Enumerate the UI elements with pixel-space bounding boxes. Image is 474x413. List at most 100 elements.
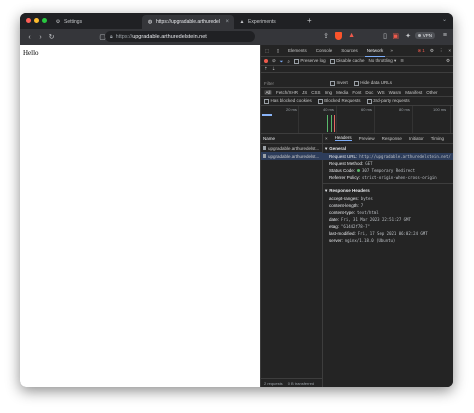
header-row: Referrer Policy: strict-origin-when-cros…: [322, 174, 453, 181]
inspect-icon[interactable]: ⬚: [264, 48, 270, 54]
header-value: "61442f78-7": [341, 224, 370, 229]
more-options-icon[interactable]: ⋮: [439, 48, 444, 54]
type-js[interactable]: JS: [302, 90, 307, 95]
reload-icon[interactable]: ↻: [46, 33, 57, 41]
header-key: content-type:: [329, 210, 356, 215]
tab-sources[interactable]: Sources: [339, 45, 360, 57]
type-wasm[interactable]: Wasm: [389, 90, 402, 95]
timeline-gridline: [450, 106, 451, 133]
devtools-tabs: ⬚ ▯ Elements Console Sources Network » ⊗…: [261, 45, 453, 57]
tab-headers[interactable]: Headers: [334, 135, 352, 141]
type-media[interactable]: Media: [336, 90, 348, 95]
disable-cache-checkbox[interactable]: Disable cache: [329, 58, 364, 64]
brave-shield-icon: [335, 32, 342, 40]
tab-console[interactable]: Console: [314, 45, 335, 57]
back-icon[interactable]: ‹: [24, 34, 35, 41]
wifi-icon[interactable]: ≋: [400, 58, 404, 64]
forward-icon[interactable]: ›: [35, 34, 46, 41]
header-row: date: Fri, 31 Mar 2023 22:51:27 GMT: [322, 216, 453, 223]
request-row[interactable]: upgradable.arthuredelst...: [261, 152, 322, 160]
export-har-icon[interactable]: ⇣: [272, 66, 276, 72]
general-section-header[interactable]: ▾ General: [322, 144, 453, 153]
detail-tabs: × Headers Preview Response Initiator Tim…: [322, 133, 453, 144]
tab-title: Settings: [64, 19, 83, 25]
vpn-button[interactable]: VPN: [414, 32, 435, 39]
tab-preview[interactable]: Preview: [359, 136, 375, 141]
type-manifest[interactable]: Manifest: [405, 90, 422, 95]
third-party-label: 3rd-party requests: [373, 98, 410, 104]
invert-checkbox[interactable]: Invert: [330, 80, 348, 86]
tab-settings[interactable]: ⚙ Settings: [50, 15, 142, 29]
name-column-header[interactable]: Name: [261, 133, 322, 144]
type-fetch-xhr[interactable]: Fetch/XHR: [276, 90, 298, 95]
search-icon[interactable]: ⌕: [287, 59, 290, 64]
header-key: date:: [329, 217, 340, 222]
import-har-icon[interactable]: ⇡: [264, 66, 268, 72]
header-value: 307 Temporary Redirect: [362, 168, 415, 173]
overview-timeline[interactable]: 20 ms 40 ms 60 ms 80 ms 100 ms: [261, 106, 453, 134]
timeline-gridline: [412, 106, 413, 133]
hide-data-urls-checkbox[interactable]: Hide data URLs: [353, 80, 392, 86]
request-row[interactable]: upgradable.arthuredelst...: [261, 144, 322, 152]
third-party-checkbox[interactable]: 3rd-party requests: [366, 98, 410, 104]
header-key: accept-ranges:: [329, 196, 359, 201]
device-toolbar-icon[interactable]: ▯: [275, 48, 281, 54]
zoom-window-button[interactable]: [42, 18, 47, 23]
header-row: server: nginx/1.18.0 (Ubuntu): [322, 237, 453, 244]
clear-icon[interactable]: ⊘: [272, 58, 276, 64]
minimize-window-button[interactable]: [34, 18, 39, 23]
load-marker: [334, 115, 335, 132]
tab-initiator[interactable]: Initiator: [409, 136, 424, 141]
chevron-down-icon[interactable]: ⌄: [442, 16, 447, 23]
type-other[interactable]: Other: [426, 90, 437, 95]
share-icon[interactable]: ⇪: [323, 32, 329, 40]
network-settings-icon[interactable]: ⚙: [446, 58, 450, 64]
type-ws[interactable]: WS: [377, 90, 384, 95]
sidebar-icon[interactable]: ▯: [383, 32, 387, 40]
type-doc[interactable]: Doc: [365, 90, 373, 95]
menu-icon[interactable]: ≡: [443, 32, 447, 39]
header-row: content-type: text/html: [322, 209, 453, 216]
close-tab-icon[interactable]: ×: [225, 19, 229, 25]
tab-elements[interactable]: Elements: [286, 45, 309, 57]
request-detail: × Headers Preview Response Initiator Tim…: [322, 133, 453, 387]
tab-network[interactable]: Network: [364, 45, 386, 57]
brave-shields-button[interactable]: [335, 32, 342, 40]
rewards-icon[interactable]: ▲: [348, 32, 355, 39]
chevron-down-icon: ▾: [325, 145, 328, 151]
response-headers-section-header[interactable]: ▾ Response Headers: [322, 186, 453, 195]
settings-icon[interactable]: ⚙: [430, 48, 434, 54]
filter-icon[interactable]: ⏷: [280, 59, 284, 64]
request-name: upgradable.arthuredelst...: [268, 145, 320, 151]
throttling-select[interactable]: No throttling ▾: [368, 58, 396, 64]
type-all[interactable]: All: [264, 89, 273, 95]
type-css[interactable]: CSS: [311, 90, 320, 95]
wallet-icon[interactable]: ▣: [392, 32, 399, 40]
close-devtools-icon[interactable]: ×: [448, 48, 451, 53]
new-tab-button[interactable]: +: [307, 16, 312, 25]
tab-upgradable[interactable]: ◍ https://upgradable.arthuredelstein.net…: [142, 15, 234, 29]
type-font[interactable]: Font: [352, 90, 361, 95]
browser-toolbar: ‹ › ↻ ▢ 🔒︎ https://upgradable.arthuredel…: [20, 29, 453, 45]
document-icon: [263, 146, 266, 150]
address-bar[interactable]: 🔒︎ https://upgradable.arthuredelstein.ne…: [105, 31, 255, 42]
error-count[interactable]: ⊗ 1: [418, 48, 425, 54]
close-window-button[interactable]: [26, 18, 31, 23]
record-icon[interactable]: [264, 59, 268, 63]
close-detail-icon[interactable]: ×: [325, 136, 328, 141]
blocked-requests-checkbox[interactable]: Blocked Requests: [317, 98, 361, 104]
more-tabs-icon[interactable]: »: [390, 48, 393, 53]
devtools-panel: ⬚ ▯ Elements Console Sources Network » ⊗…: [260, 45, 453, 387]
extensions-icon[interactable]: ✦: [405, 32, 411, 40]
type-img[interactable]: Img: [325, 90, 333, 95]
filter-input[interactable]: Filter: [264, 81, 324, 86]
blocked-cookies-checkbox[interactable]: Has blocked cookies: [264, 98, 312, 104]
tab-experiments[interactable]: ▲ Experiments: [234, 15, 306, 29]
header-key: Request Method:: [329, 161, 364, 166]
header-value: strict-origin-when-cross-origin: [362, 175, 437, 180]
blocked-requests-label: Blocked Requests: [324, 98, 361, 104]
tab-response[interactable]: Response: [382, 136, 402, 141]
header-value: Fri, 31 Mar 2023 22:51:27 GMT: [341, 217, 411, 222]
tab-timing[interactable]: Timing: [431, 136, 444, 141]
preserve-log-checkbox[interactable]: Preserve log: [293, 58, 326, 64]
